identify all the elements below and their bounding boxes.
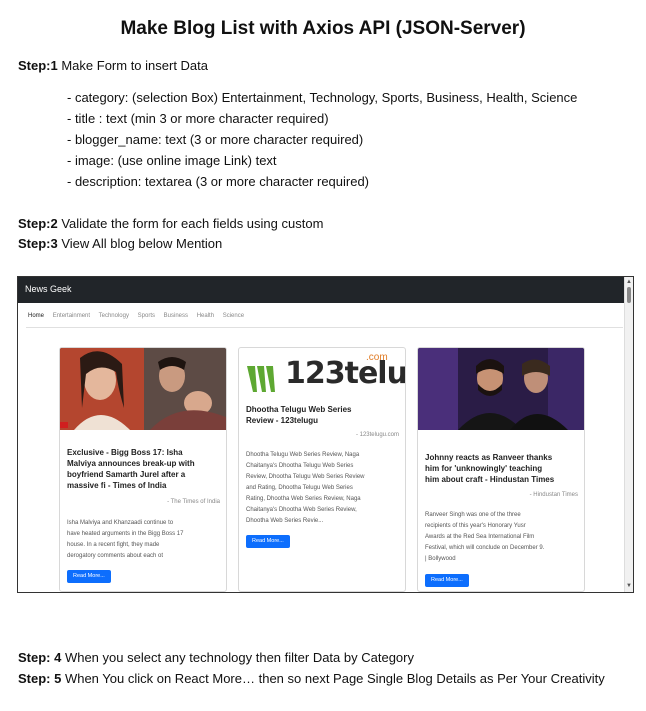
step-1-item: - image: (use online image Link) text: [67, 153, 277, 168]
blog-card-description: derogatory comments about each ot: [67, 553, 164, 559]
nav-home[interactable]: Home: [28, 313, 44, 319]
blog-card-title: Review - 123telugu: [246, 416, 319, 425]
nav-technology[interactable]: Technology: [99, 313, 129, 319]
blog-card: Exclusive - Bigg Boss 17: Isha Malviya a…: [59, 347, 227, 592]
blog-card-description: Dhootha Telugu Web Series Review, Naga: [246, 452, 360, 458]
nav-sports[interactable]: Sports: [138, 313, 155, 319]
blog-card-title: boyfriend Samarth Jurel after a: [67, 470, 186, 479]
nav-science[interactable]: Science: [223, 313, 244, 319]
blog-card-description: Festival, which will conclude on Decembe…: [425, 545, 545, 551]
blog-card-description: Dhootha Web Series Revie...: [246, 518, 324, 524]
step-1: Step:1 Make Form to insert Data: [18, 58, 209, 73]
blog-card-description: Ranveer Singh was one of the three: [425, 512, 521, 518]
blog-card-source: - Hindustan Times: [529, 492, 578, 498]
read-more-button[interactable]: Read More...: [67, 570, 111, 583]
blog-card-image: [60, 348, 226, 430]
blog-card-source: - 123telugu.com: [355, 432, 399, 438]
blog-card-title: him about craft - Hindustan Times: [425, 475, 555, 484]
blog-card-description: house. In a recent fight, they made: [67, 542, 160, 548]
blog-card-title: him for 'unknowingly' teaching: [425, 464, 543, 473]
page-title: Make Blog List with Axios API (JSON-Serv…: [120, 18, 526, 39]
telugu-logo-com: .com: [366, 352, 388, 363]
navbar: News Geek: [18, 277, 625, 303]
nav-entertainment[interactable]: Entertainment: [53, 313, 90, 319]
read-more-button[interactable]: Read More...: [246, 535, 290, 548]
step-3: Step:3 View All blog below Mention: [18, 236, 223, 251]
step-5: Step: 5 When You click on React More… th…: [18, 671, 605, 686]
blog-card-title: Malviya announces break-up with: [67, 459, 195, 468]
scroll-thumb[interactable]: [627, 287, 631, 303]
category-nav: Home Entertainment Technology Sports Bus…: [28, 313, 251, 319]
scroll-up-icon[interactable]: ▲: [626, 279, 632, 285]
brand-logo[interactable]: News Geek: [25, 284, 72, 294]
step-1-item: - blogger_name: text (3 or more characte…: [67, 132, 364, 147]
step-1-item: - title : text (min 3 or more character …: [67, 111, 329, 126]
blog-card-title: Exclusive - Bigg Boss 17: Isha: [67, 448, 183, 457]
blog-card-source: - The Times of India: [167, 499, 220, 505]
step-2: Step:2 Validate the form for each fields…: [18, 216, 324, 231]
blog-card-description: Chaitanya's Dhootha Telugu Web Series: [246, 463, 354, 469]
step-1-item: - description: textarea (3 or more chara…: [67, 174, 370, 189]
scroll-down-icon[interactable]: ▼: [626, 583, 632, 589]
step-1-item: - category: (selection Box) Entertainmen…: [67, 90, 578, 105]
blog-card-description: have heated arguments in the Bigg Boss 1…: [67, 531, 184, 537]
blog-card-description: Isha Malviya and Khanzaadi continue to: [67, 520, 174, 526]
blog-card-description: and Rating, Dhootha Telugu Web Series: [246, 485, 353, 491]
nav-business[interactable]: Business: [164, 313, 188, 319]
blog-card-description: Rating, Dhootha Web Series Review, Naga: [246, 496, 361, 502]
blog-card-title: Dhootha Telugu Web Series: [246, 405, 352, 414]
blog-card-title: Johnny reacts as Ranveer thanks: [425, 453, 553, 462]
telugu-logo: 123telugu .com: [245, 352, 406, 400]
read-more-button[interactable]: Read More...: [425, 574, 469, 587]
blog-card-title: massive fi - Times of India: [67, 481, 167, 490]
blog-card-description: Chaitanya's Dhootha Web Series Review,: [246, 507, 357, 513]
blog-card-description: Awards at the Red Sea International Film: [425, 534, 535, 540]
blog-card-description: Review, Dhootha Telugu Web Series Review: [246, 474, 365, 480]
telugu-logo-text: 123telugu: [285, 356, 406, 391]
blog-card-description: recipients of this year's Honorary Yusr: [425, 523, 526, 529]
blog-card: 123telugu .com Dhootha Telugu Web Series…: [238, 347, 406, 592]
scrollbar[interactable]: ▲ ▼: [624, 277, 633, 592]
blog-card-image: [418, 348, 584, 430]
nav-health[interactable]: Health: [197, 313, 214, 319]
nav-divider: [26, 327, 623, 328]
blog-list-screenshot: News Geek ▲ ▼ Home Entertainment Technol…: [17, 276, 634, 593]
step-4: Step: 4 When you select any technology t…: [18, 650, 414, 665]
blog-card-description: | Bollywood: [425, 556, 456, 562]
blog-card: Johnny reacts as Ranveer thanks him for …: [417, 347, 585, 592]
